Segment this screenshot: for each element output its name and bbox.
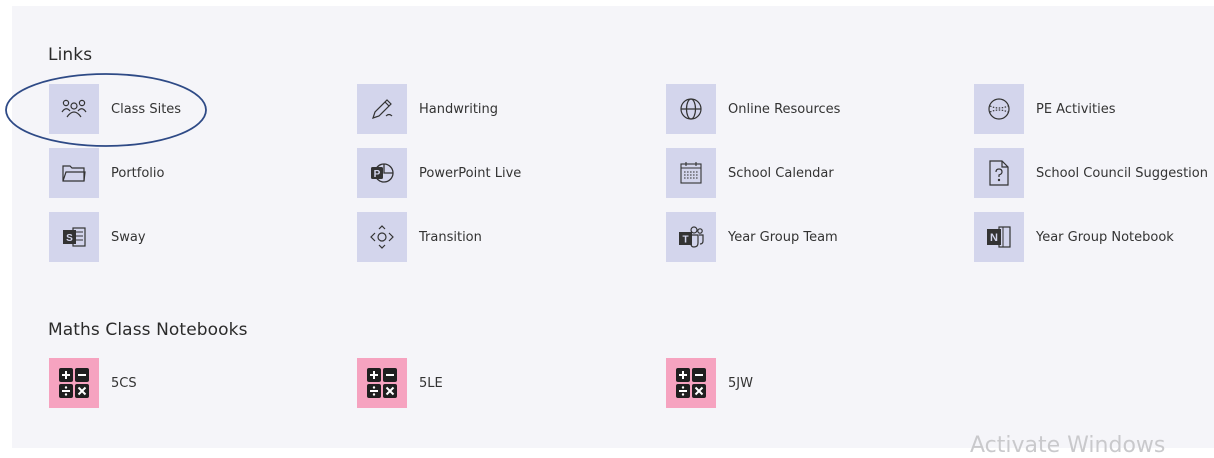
teams-icon: T bbox=[666, 212, 716, 262]
calculator-icon bbox=[357, 358, 407, 408]
link-class-sites[interactable]: Class Sites bbox=[49, 84, 181, 134]
maths-notebooks-heading: Maths Class Notebooks bbox=[48, 320, 248, 340]
link-school-calendar[interactable]: School Calendar bbox=[666, 148, 834, 198]
link-year-group-notebook[interactable]: N Year Group Notebook bbox=[974, 212, 1174, 262]
link-year-group-team[interactable]: T Year Group Team bbox=[666, 212, 838, 262]
link-label: Year Group Team bbox=[728, 229, 838, 245]
svg-text:P: P bbox=[374, 169, 381, 180]
notebook-5le[interactable]: 5LE bbox=[357, 358, 443, 408]
link-label: PowerPoint Live bbox=[419, 165, 522, 181]
ball-icon bbox=[974, 84, 1024, 134]
transition-icon bbox=[357, 212, 407, 262]
activate-windows-watermark: Activate Windows bbox=[970, 433, 1166, 458]
link-label: PE Activities bbox=[1036, 101, 1116, 117]
globe-icon bbox=[666, 84, 716, 134]
link-label: Online Resources bbox=[728, 101, 841, 117]
link-label: Class Sites bbox=[111, 101, 182, 117]
notebook-label: 5CS bbox=[111, 375, 137, 391]
svg-text:N: N bbox=[990, 232, 998, 244]
onenote-icon: N bbox=[974, 212, 1024, 262]
link-handwriting[interactable]: Handwriting bbox=[357, 84, 498, 134]
notebook-label: 5JW bbox=[728, 375, 753, 391]
notebook-5jw[interactable]: 5JW bbox=[666, 358, 753, 408]
question-doc-icon bbox=[974, 148, 1024, 198]
link-powerpoint-live[interactable]: P PowerPoint Live bbox=[357, 148, 521, 198]
link-label: Sway bbox=[111, 229, 146, 245]
links-heading: Links bbox=[48, 45, 93, 65]
calendar-icon bbox=[666, 148, 716, 198]
link-portfolio[interactable]: Portfolio bbox=[49, 148, 164, 198]
link-label: Portfolio bbox=[111, 165, 165, 181]
link-transition[interactable]: Transition bbox=[357, 212, 482, 262]
link-pe-activities[interactable]: PE Activities bbox=[974, 84, 1116, 134]
powerpoint-icon: P bbox=[357, 148, 407, 198]
calculator-icon bbox=[49, 358, 99, 408]
svg-text:S: S bbox=[66, 233, 73, 244]
folder-icon bbox=[49, 148, 99, 198]
svg-text:T: T bbox=[682, 235, 688, 246]
link-school-council-suggestion[interactable]: School Council Suggestion bbox=[974, 148, 1208, 198]
link-online-resources[interactable]: Online Resources bbox=[666, 84, 840, 134]
notebook-5cs[interactable]: 5CS bbox=[49, 358, 137, 408]
pen-icon bbox=[357, 84, 407, 134]
link-label: Transition bbox=[419, 229, 482, 245]
link-label: School Council Suggestion bbox=[1036, 165, 1208, 181]
notebook-label: 5LE bbox=[419, 375, 443, 391]
link-sway[interactable]: S Sway bbox=[49, 212, 146, 262]
calculator-icon bbox=[666, 358, 716, 408]
people-icon bbox=[49, 84, 99, 134]
link-label: Handwriting bbox=[419, 101, 499, 117]
sway-icon: S bbox=[49, 212, 99, 262]
link-label: School Calendar bbox=[728, 165, 834, 181]
link-label: Year Group Notebook bbox=[1036, 229, 1174, 245]
